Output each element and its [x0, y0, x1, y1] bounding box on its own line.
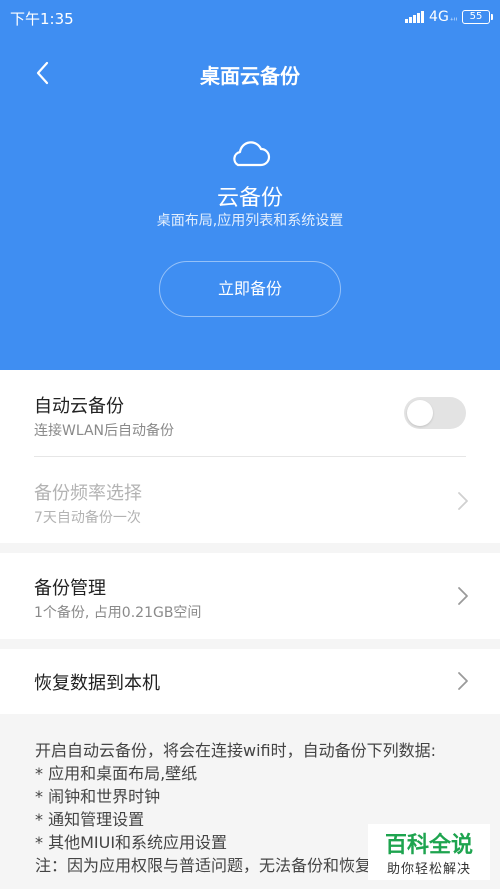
chevron-right-icon [458, 672, 468, 690]
auto-backup-row[interactable]: 自动云备份 连接WLAN后自动备份 [0, 370, 500, 457]
info-item: * 闹钟和世界时钟 [35, 787, 161, 806]
status-icons: 4G ⁺ᴵᴵ 55 [405, 9, 493, 25]
auto-backup-subtitle: 连接WLAN后自动备份 [34, 423, 175, 439]
toggle-knob [407, 400, 433, 426]
chevron-right-icon [458, 492, 468, 510]
restore-row[interactable]: 恢复数据到本机 [0, 649, 500, 714]
watermark-logo: 百科全说 助你轻松解决 [368, 824, 490, 880]
section-gap [0, 543, 500, 553]
frequency-row[interactable]: 备份频率选择 7天自动备份一次 [0, 457, 500, 543]
backup-now-button[interactable]: 立即备份 [159, 261, 341, 317]
backup-manage-title: 备份管理 [34, 578, 106, 599]
watermark-sub: 助你轻松解决 [386, 862, 471, 877]
settings-list: 自动云备份 连接WLAN后自动备份 备份频率选择 7天自动备份一次 备份管理 1… [0, 370, 500, 714]
network-activity-icon: ⁺ᴵᴵ [449, 15, 457, 25]
backup-manage-subtitle: 1个备份, 占用0.21GB空间 [34, 605, 202, 621]
auto-backup-title: 自动云备份 [34, 396, 124, 417]
section-gap [0, 639, 500, 649]
auto-backup-toggle[interactable] [404, 397, 466, 429]
info-item: * 应用和桌面布局,壁纸 [35, 764, 198, 783]
info-intro: 开启自动云备份，将会在连接wifi时，自动备份下列数据: [35, 741, 437, 760]
battery-icon: 55 [462, 10, 493, 24]
restore-title: 恢复数据到本机 [34, 673, 160, 694]
frequency-title: 备份频率选择 [34, 483, 142, 504]
status-bar: 下午1:35 4G ⁺ᴵᴵ 55 [0, 0, 500, 36]
page-title: 桌面云备份 [200, 64, 300, 88]
status-time: 下午1:35 [10, 10, 74, 28]
backup-manage-row[interactable]: 备份管理 1个备份, 占用0.21GB空间 [0, 553, 500, 639]
hero-title: 云备份 [216, 186, 283, 211]
cloud-icon [233, 141, 271, 167]
header: 下午1:35 4G ⁺ᴵᴵ 55 桌面云备份 云备份 桌面布局,应用列表和系统设… [0, 0, 500, 370]
frequency-subtitle: 7天自动备份一次 [34, 510, 141, 526]
chevron-right-icon [458, 587, 468, 605]
hero-subtitle: 桌面布局,应用列表和系统设置 [156, 213, 344, 229]
network-type: 4G [429, 9, 449, 25]
watermark-main: 百科全说 [384, 833, 473, 858]
signal-icon [405, 11, 425, 23]
